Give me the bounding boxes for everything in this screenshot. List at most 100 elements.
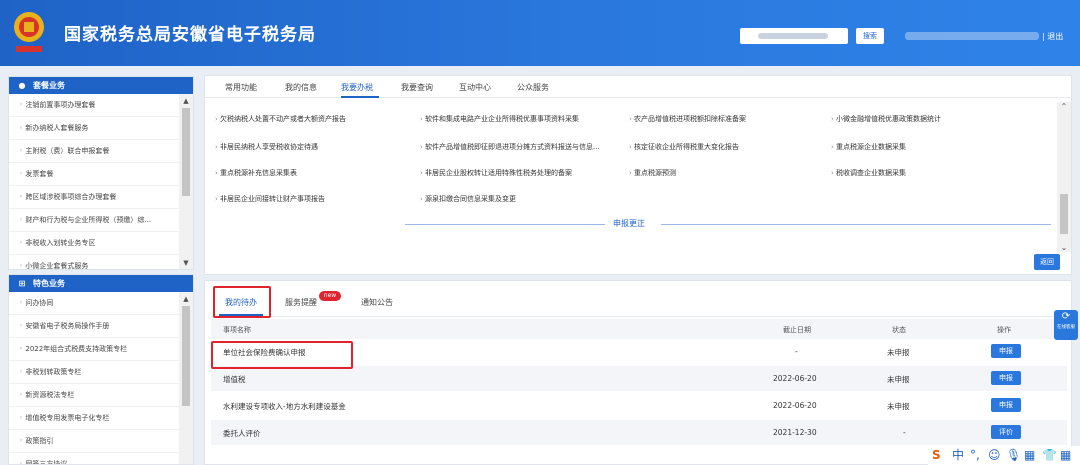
sidebar-item[interactable]: 财产和行为税与企业所得税（预缴）综... [9,209,179,232]
scroll-thumb[interactable] [1060,194,1068,234]
column-header-action: 操作 [997,326,1011,334]
item-deadline: 2022-06-20 [773,374,817,383]
sidebar-item[interactable]: 新办纳税人套餐服务 [9,117,179,140]
evaluate-button[interactable]: 评价 [991,425,1021,439]
ime-toolbar: S 中 °, ☺ 🎙 ▦ 👕 ▦ [928,446,1080,465]
sidebar-item[interactable]: 小微企业套餐式服务 [9,255,179,269]
emoji-icon[interactable]: ☺ [988,447,1001,463]
special-business-header[interactable]: ⊞ 特色业务 [9,275,193,292]
sidebar-item[interactable]: 2022年组合式税费支持政策专栏 [9,338,179,361]
service-link[interactable]: 非居民纳税人享受税收协定待遇 [215,142,318,152]
punctuation-icon[interactable]: °, [970,447,980,463]
tab-interaction-center[interactable]: 互动中心 [459,82,491,93]
service-link[interactable]: 重点税源补充信息采集表 [215,168,297,178]
sidebar-item[interactable]: 安徽省电子税务局操作手册 [9,315,179,338]
service-link[interactable]: 小微金融增值税优惠政策数据统计 [831,114,941,124]
sidebar-item[interactable]: 新资源税法专栏 [9,384,179,407]
scroll-up-icon[interactable]: ▲ [179,96,193,106]
service-link[interactable]: 农产品增值税进项税额扣除标准备案 [629,114,746,124]
column-header-status: 状态 [892,326,906,334]
item-deadline: 2021-12-30 [773,428,817,437]
item-status: 未申报 [887,375,910,384]
service-link[interactable]: 软件产品增值税即征即退进项分摊方式资料报送与信息... [420,142,600,152]
tab-service-reminder[interactable]: 服务提醒 [285,297,317,308]
sidebar-scrollbar[interactable]: ▲ [179,292,193,464]
service-link[interactable]: 源泉扣缴合同信息采集及变更 [420,194,516,204]
sidebar-item[interactable]: 非税收入划转业务专区 [9,232,179,255]
package-business-header[interactable]: ● 套餐业务 [9,77,193,94]
tab-my-info[interactable]: 我的信息 [285,82,317,93]
declare-button[interactable]: 申报 [991,398,1021,412]
table-row: 委托人评价 2021-12-30 - 评价 [211,420,1067,445]
circle-icon: ● [18,81,26,90]
item-name: 委托人评价 [223,429,261,438]
sidebar-item[interactable]: 政策指引 [9,430,179,453]
item-status: - [903,428,906,437]
links-scrollbar[interactable]: ⌃ ⌄ [1057,102,1071,252]
tab-divider [211,316,1067,317]
keyboard-icon[interactable]: ▦ [1024,447,1035,463]
back-button[interactable]: 返回 [1034,254,1060,270]
sidebar: ●套餐业务 注销前置事项办理套餐 新办纳税人套餐服务 主附税（费）联合申报套餐 … [8,76,194,465]
item-status: 未申报 [887,402,910,411]
service-link[interactable]: 欠税纳税人处置不动产或者大额资产报告 [215,114,346,124]
sidebar-scrollbar[interactable]: ▲ ▼ [179,94,193,269]
tab-public-service[interactable]: 公众服务 [517,82,549,93]
service-link[interactable]: 非居民企业间接转让财产事项报告 [215,194,325,204]
item-status: 未申报 [887,348,910,357]
user-search-input[interactable] [740,28,848,44]
service-link[interactable]: 重点税源企业数据采集 [831,142,906,152]
declare-button[interactable]: 申报 [991,371,1021,385]
scroll-down-icon[interactable]: ▼ [179,258,193,268]
tab-common-functions[interactable]: 常用功能 [225,82,257,93]
logout-link[interactable]: | 退出 [1042,31,1063,42]
package-business-panel: ●套餐业务 注销前置事项办理套餐 新办纳税人套餐服务 主附税（费）联合申报套餐 … [8,76,194,270]
function-tabs: 常用功能 我的信息 我要办税 我要查询 互动中心 公众服务 [205,76,1071,98]
scroll-up-icon[interactable]: ▲ [179,294,193,304]
section-label: 申报更正 [613,219,645,228]
todo-panel: 我的待办 服务提醒 new 通知公告 事项名称 截止日期 状态 操作 单位社会保… [204,280,1072,465]
tab-tax-handling[interactable]: 我要办税 [341,82,373,93]
chinese-mode-icon[interactable]: 中 [952,447,964,463]
service-link[interactable]: 重点税源预测 [629,168,676,178]
tab-notices[interactable]: 通知公告 [361,297,393,308]
blurred-user-info [905,32,1039,40]
new-badge: new [319,291,341,301]
service-link[interactable]: 非居民企业股权转让适用特殊性税务处理的备案 [420,168,572,178]
skin-icon[interactable]: 👕 [1042,447,1057,463]
search-button[interactable]: 搜索 [856,28,884,44]
service-link[interactable]: 税收调查企业数据采集 [831,168,906,178]
sidebar-item[interactable]: 增值税专用发票电子化专栏 [9,407,179,430]
table-row: 增值税 2022-06-20 未申报 申报 [211,366,1067,391]
sidebar-item[interactable]: 问办协同 [9,292,179,315]
sidebar-item[interactable]: 发票套餐 [9,163,179,186]
item-deadline: 2022-06-20 [773,401,817,410]
scroll-up-icon[interactable]: ⌃ [1057,102,1071,111]
scroll-down-icon[interactable]: ⌄ [1057,243,1071,252]
sidebar-item[interactable]: 网签三方协议 [9,453,179,464]
office-tax-panel: 常用功能 我的信息 我要办税 我要查询 互动中心 公众服务 欠税纳税人处置不动产… [204,75,1072,275]
item-name: 增值税 [223,375,246,384]
service-link[interactable]: 核定征收企业所得税重大变化报告 [629,142,739,152]
sidebar-item[interactable]: 注销前置事项办理套餐 [9,94,179,117]
site-title: 国家税务总局安徽省电子税务局 [64,25,316,45]
sidebar-item[interactable]: 非税划转政策专栏 [9,361,179,384]
scroll-thumb[interactable] [182,108,190,196]
tax-emblem-icon [14,12,44,52]
scroll-thumb[interactable] [182,306,190,406]
top-header: 国家税务总局安徽省电子税务局 搜索 | 退出 [0,0,1080,66]
tab-tax-query[interactable]: 我要查询 [401,82,433,93]
item-name: 水利建设专项收入-地方水利建设基金 [223,402,346,411]
microphone-icon[interactable]: 🎙 [1006,447,1021,463]
online-service-label: 在线客服 [1057,325,1075,330]
sidebar-item[interactable]: 主附税（费）联合申报套餐 [9,140,179,163]
item-deadline: - [795,347,798,356]
active-tab-indicator [341,96,379,98]
online-service-float[interactable]: ⟳ 在线客服 [1054,310,1078,340]
sogou-logo-icon[interactable]: S [932,447,941,463]
toolbox-icon[interactable]: ▦ [1060,447,1071,463]
grid-icon: ⊞ [18,279,26,288]
sidebar-item[interactable]: 跨区域涉税事项综合办理套餐 [9,186,179,209]
declare-button[interactable]: 申报 [991,344,1021,358]
service-link[interactable]: 软件和集成电路产业企业所得税优惠事项资料采集 [420,114,579,124]
